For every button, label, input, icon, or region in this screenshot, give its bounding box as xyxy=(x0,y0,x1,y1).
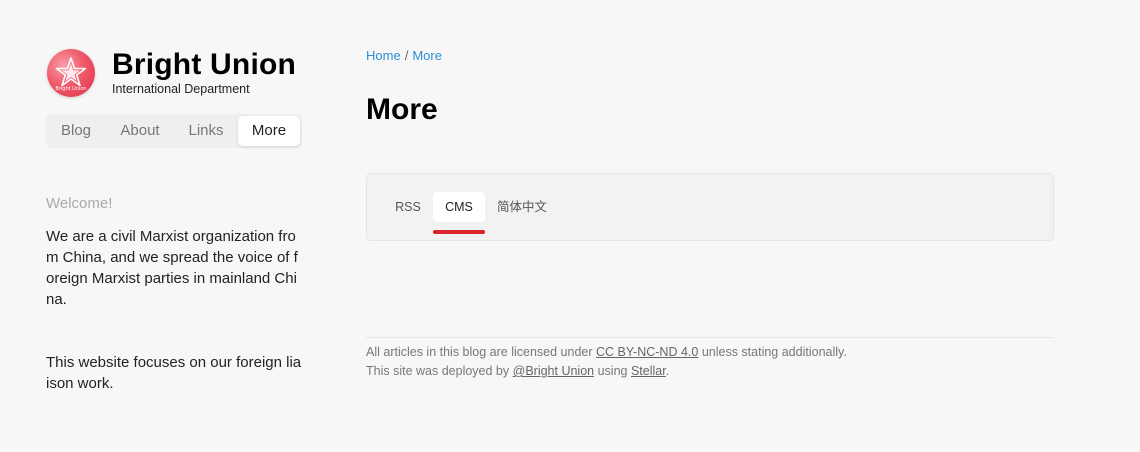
breadcrumb-home-link[interactable]: Home xyxy=(366,48,401,63)
tab-group: RSS CMS 简体中文 xyxy=(366,173,1054,241)
sidebar-paragraph-intro: We are a civil Marxist organization from… xyxy=(46,228,298,308)
tab-cms[interactable]: CMS xyxy=(433,192,485,222)
footer-license-line: All articles in this blog are licensed u… xyxy=(366,343,847,362)
main-nav: Blog About Links More xyxy=(46,114,302,148)
nav-item-blog[interactable]: Blog xyxy=(50,116,102,146)
breadcrumb-current-link[interactable]: More xyxy=(412,48,442,63)
footer-deploy-middle: using xyxy=(597,364,628,378)
brand-header[interactable]: Bright Union Bright Union International … xyxy=(46,48,302,100)
nav-item-about[interactable]: About xyxy=(110,116,170,146)
logo-text: Bright Union xyxy=(55,86,86,92)
brand-subtitle: International Department xyxy=(112,82,250,96)
tab-rss[interactable]: RSS xyxy=(387,192,429,222)
sidebar-paragraph-focus: This website focuses on our foreign liai… xyxy=(46,354,302,392)
footer-license-suffix: unless stating additionally. xyxy=(701,345,847,359)
nav-item-links[interactable]: Links xyxy=(178,116,234,146)
page: Bright Union Bright Union International … xyxy=(0,0,1140,452)
theme-link[interactable]: Stellar xyxy=(631,364,666,378)
breadcrumb-separator: / xyxy=(404,48,409,63)
footer-divider xyxy=(366,337,1054,338)
footer-deploy-suffix: . xyxy=(665,364,670,378)
red-star-logo-icon[interactable]: Bright Union xyxy=(47,49,95,97)
welcome-title: Welcome! xyxy=(46,195,113,212)
footer: All articles in this blog are licensed u… xyxy=(366,343,847,381)
breadcrumb: Home / More xyxy=(366,48,442,63)
footer-deploy-line: This site was deployed by @Bright Union … xyxy=(366,362,847,381)
page-title: More xyxy=(366,93,438,126)
footer-deploy-prefix: This site was deployed by xyxy=(366,364,510,378)
license-link[interactable]: CC BY-NC-ND 4.0 xyxy=(596,345,698,359)
author-link[interactable]: @Bright Union xyxy=(513,364,594,378)
tab-simplified-chinese[interactable]: 简体中文 xyxy=(491,192,553,222)
nav-item-more[interactable]: More xyxy=(238,116,300,146)
footer-license-prefix: All articles in this blog are licensed u… xyxy=(366,345,593,359)
active-tab-indicator xyxy=(433,230,485,234)
brand-name[interactable]: Bright Union xyxy=(112,48,296,82)
